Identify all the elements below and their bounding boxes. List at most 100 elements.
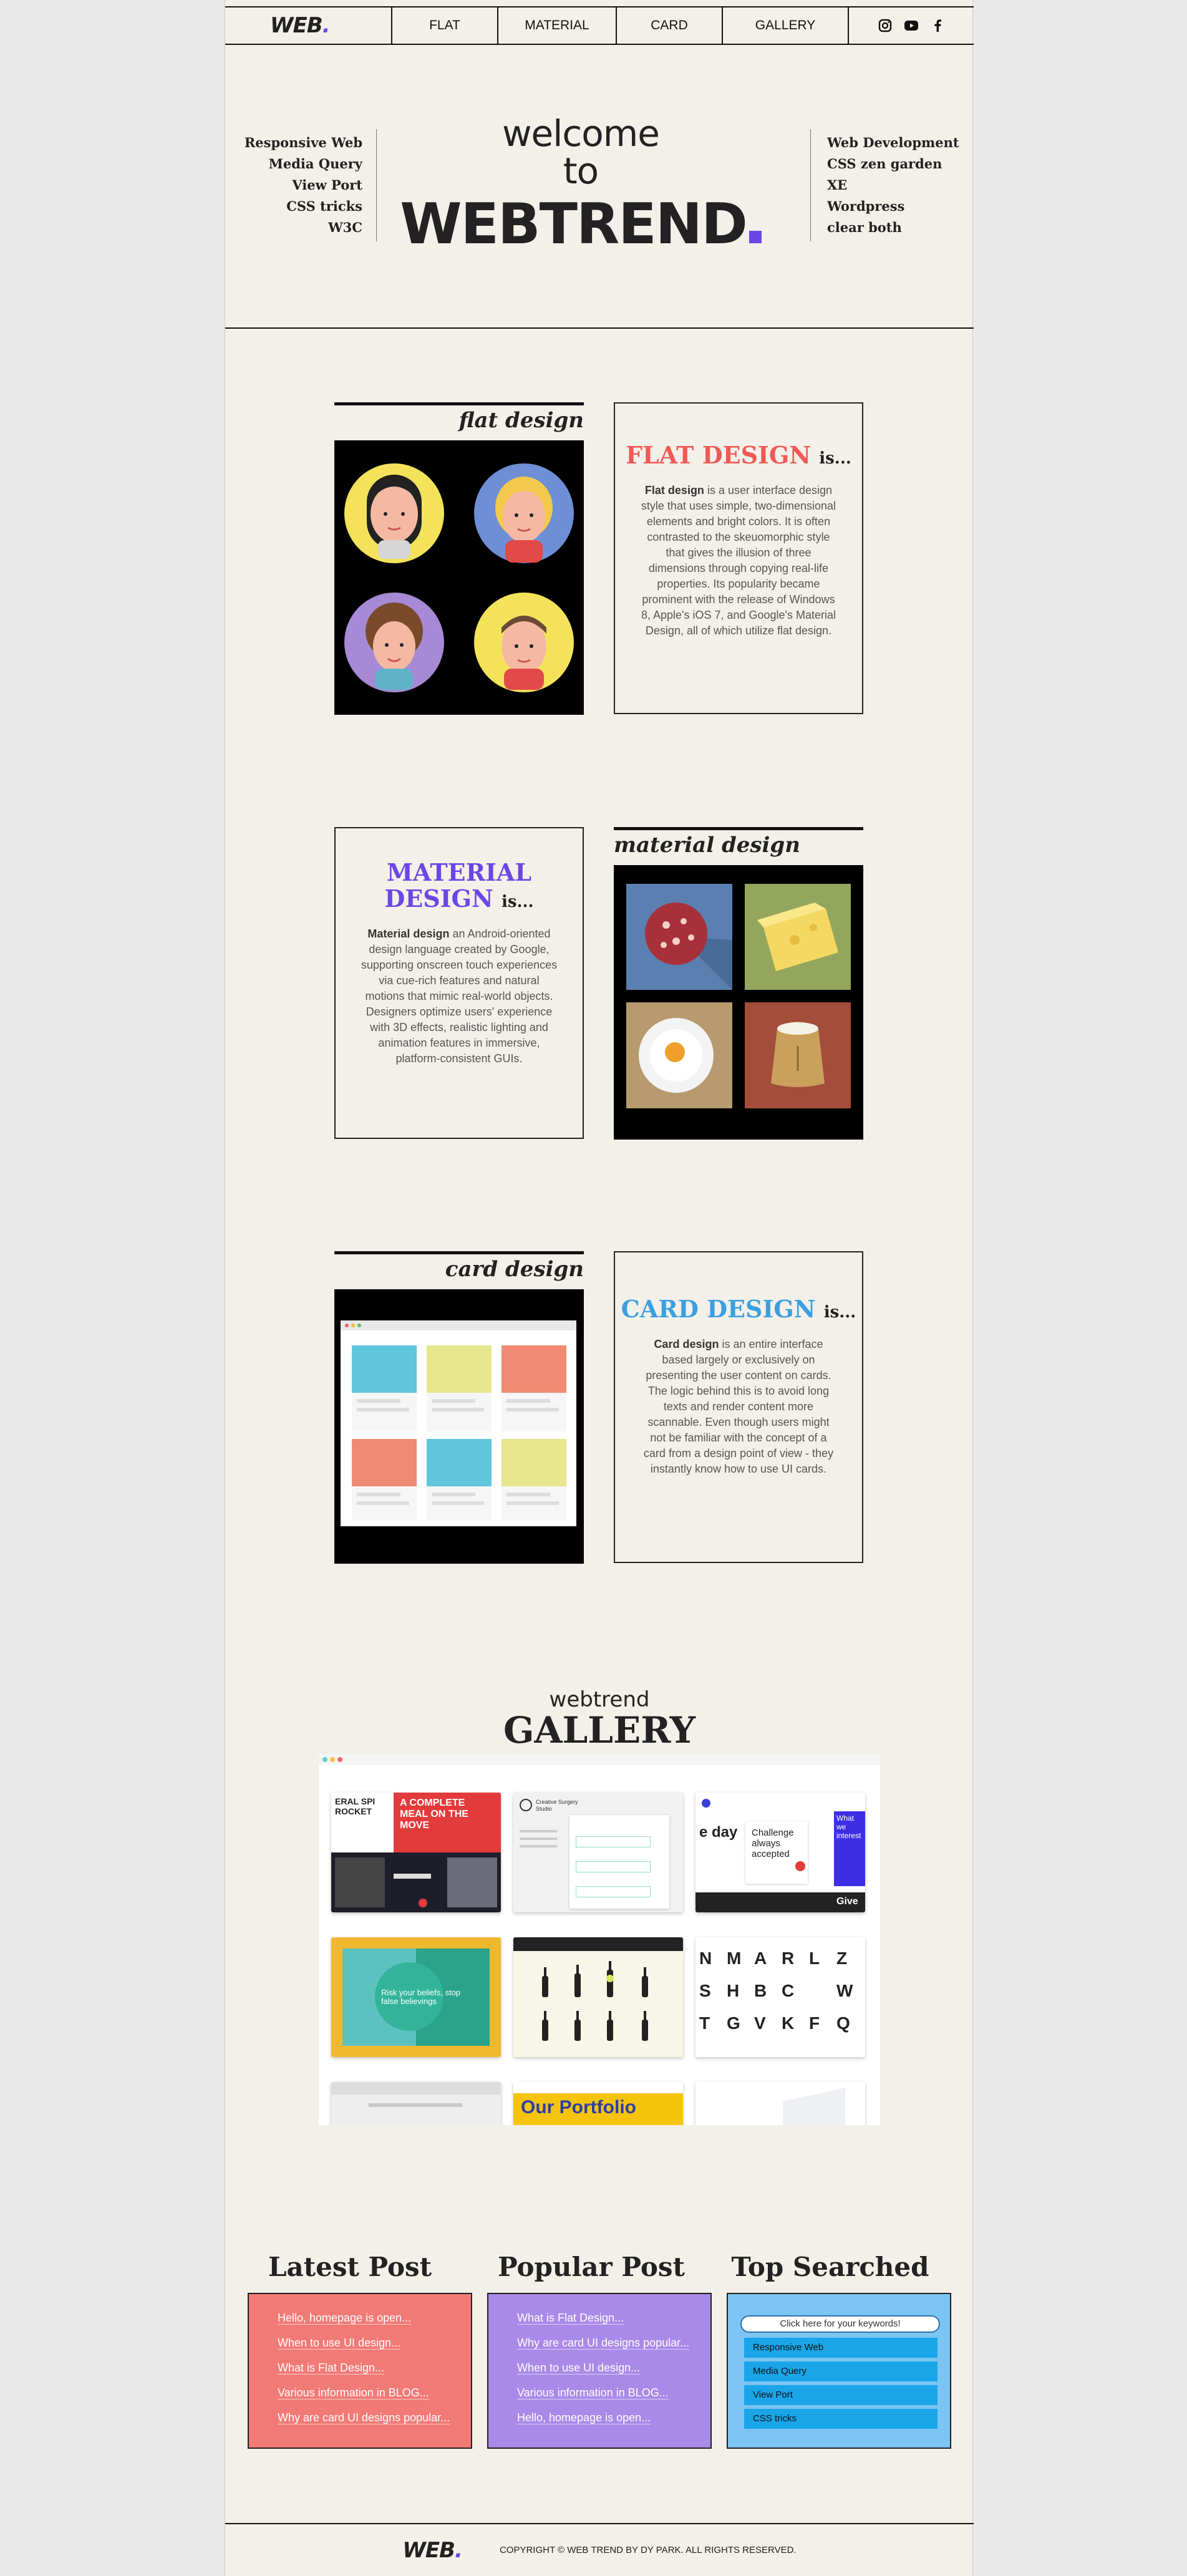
letter-glyph: L — [809, 1949, 820, 1968]
hero-link[interactable]: clear both — [827, 217, 959, 238]
hero-link[interactable]: Web Development — [827, 132, 959, 153]
gallery-item[interactable]: NMARLZ SHBC W TGVKFQ — [695, 1937, 865, 2057]
top-searched-panel: Click here for your keywords! Responsive… — [727, 2293, 951, 2449]
keyword-item[interactable]: View Port — [744, 2385, 937, 2405]
hero-link[interactable]: Media Query — [245, 153, 362, 175]
gallery-item[interactable]: Our Portfolio — [513, 2082, 683, 2125]
hero-link[interactable]: CSS zen garden — [827, 153, 959, 175]
letter-glyph: N — [699, 1949, 712, 1968]
popular-post-item[interactable]: What is Flat Design... — [511, 2305, 698, 2330]
is-text: is... — [501, 893, 534, 911]
latest-post-item[interactable]: Why are card UI designs popular... — [271, 2405, 458, 2430]
latest-post-item[interactable]: Hello, homepage is open... — [271, 2305, 458, 2330]
gallery-tile1-text: A COMPLETE MEAL ON THE MOVE — [394, 1793, 501, 1852]
gallery-title: GALLERY — [503, 1709, 696, 1751]
hero-link[interactable]: Responsive Web — [245, 132, 362, 153]
nav-gallery[interactable]: GALLERY — [723, 7, 849, 44]
hero-section: Responsive Web Media Query View Port CSS… — [225, 45, 974, 329]
letter-glyph: T — [699, 2013, 710, 2033]
brand-square — [749, 231, 762, 243]
letter-glyph: Q — [836, 2013, 850, 2033]
letter-glyph: H — [727, 1981, 740, 2000]
gallery-tile4-text: Risk your beliefs, stop false believings — [381, 1988, 461, 2006]
logo-dot: . — [322, 13, 331, 38]
gallery-tile3-right-text: What we interest — [834, 1811, 865, 1886]
letter-glyph: M — [727, 1949, 742, 1968]
popular-post-item[interactable]: Various information in BLOG... — [511, 2380, 698, 2405]
gallery-tile3-heading: Challenge always accepted — [745, 1821, 808, 1884]
page: WEB. FLAT MATERIAL CARD GALLERY Responsi… — [225, 0, 974, 2576]
material-design-image-block: material design — [614, 827, 863, 1140]
keyword-item[interactable]: Media Query — [744, 2361, 937, 2381]
gallery-tile3-left-text: e day — [699, 1824, 738, 1841]
letter-glyph: C — [782, 1981, 795, 2000]
instagram-icon[interactable] — [878, 18, 893, 33]
letter-glyph: R — [782, 1949, 795, 1968]
card-design-heading: CARD DESIGN is... — [615, 1296, 862, 1325]
keyword-item[interactable]: Responsive Web — [744, 2338, 937, 2358]
nav-card[interactable]: CARD — [617, 7, 723, 44]
gallery-tile1-side-text: ERAL SPI ROCKET — [331, 1793, 394, 1852]
card-design-image — [334, 1289, 584, 1564]
letter-glyph: K — [782, 2013, 795, 2033]
gallery-item[interactable]: e day Challenge always accepted What we … — [695, 1793, 865, 1912]
gallery-item[interactable] — [695, 2082, 865, 2125]
popular-post-panel: What is Flat Design... Why are card UI d… — [487, 2293, 712, 2449]
facebook-icon[interactable] — [930, 18, 945, 33]
flat-design-image-block: flat design — [334, 402, 584, 715]
hero-link[interactable]: CSS tricks — [245, 196, 362, 217]
gallery-item[interactable]: Creative Surgery Studio — [513, 1793, 683, 1912]
divider — [376, 129, 377, 241]
letter-glyph: V — [754, 2013, 766, 2033]
gallery-item[interactable] — [513, 1937, 683, 2057]
gallery-header: webtrend GALLERY — [225, 1688, 974, 1750]
site-logo[interactable]: WEB. — [225, 7, 392, 44]
latest-post-panel: Hello, homepage is open... When to use U… — [248, 2293, 472, 2449]
popular-post-item[interactable]: Why are card UI designs popular... — [511, 2330, 698, 2355]
popular-post-item[interactable]: Hello, homepage is open... — [511, 2405, 698, 2430]
material-design-image — [614, 865, 863, 1140]
flat-design-title: FLAT DESIGN — [626, 441, 812, 469]
footer: WEB. COPYRIGHT © WEB TREND BY DY PARK. A… — [225, 2523, 974, 2576]
letter-glyph: G — [727, 2013, 740, 2033]
brand-heading: WEBTREND — [394, 193, 768, 256]
hero-link[interactable]: Wordpress — [827, 196, 959, 217]
youtube-icon[interactable] — [904, 18, 919, 33]
brand-text: WEBTREND — [400, 191, 748, 257]
keyword-search-input[interactable]: Click here for your keywords! — [740, 2315, 940, 2333]
card-ui-illustration — [341, 1320, 576, 1526]
nav-flat[interactable]: FLAT — [392, 7, 498, 44]
footer-logo[interactable]: WEB. — [402, 2538, 463, 2563]
latest-post-item[interactable]: What is Flat Design... — [271, 2355, 458, 2380]
top-searched-title: Top Searched — [731, 2252, 929, 2282]
letter-glyph: S — [699, 1981, 711, 2000]
popular-post-item[interactable]: When to use UI design... — [511, 2355, 698, 2380]
material-food-illustration — [626, 884, 851, 1108]
card-design-strong: Card design — [654, 1338, 719, 1350]
hero-left-links: Responsive Web Media Query View Port CSS… — [245, 132, 362, 238]
nav-material[interactable]: MATERIAL — [498, 7, 617, 44]
hero-link[interactable]: XE — [827, 175, 959, 196]
material-design-title-line1: MATERIAL — [386, 858, 532, 886]
flat-design-strong: Flat design — [644, 484, 704, 496]
top-navigation: WEB. FLAT MATERIAL CARD GALLERY — [225, 6, 974, 45]
gallery-grid: ERAL SPI ROCKET A COMPLETE MEAL ON THE M… — [319, 1754, 880, 2125]
divider — [810, 129, 811, 241]
latest-post-item[interactable]: When to use UI design... — [271, 2330, 458, 2355]
flat-design-image — [334, 440, 584, 715]
hero-link[interactable]: View Port — [245, 175, 362, 196]
wine-bottles-illustration — [542, 1961, 648, 2041]
hero-title: welcome to WEBTREND — [394, 115, 768, 256]
hero-link[interactable]: W3C — [245, 217, 362, 238]
flat-design-label: flat design — [458, 408, 584, 433]
latest-post-item[interactable]: Various information in BLOG... — [271, 2380, 458, 2405]
keyword-item[interactable]: CSS tricks — [744, 2409, 937, 2429]
is-text: is... — [819, 449, 851, 468]
gallery-item[interactable]: ERAL SPI ROCKET A COMPLETE MEAL ON THE M… — [331, 1793, 501, 1912]
gallery-subtitle: webtrend — [549, 1687, 650, 1712]
material-design-heading: MATERIAL DESIGN is... — [336, 859, 583, 915]
material-design-title-line2: DESIGN — [384, 884, 493, 913]
gallery-item[interactable] — [331, 2082, 501, 2125]
gallery-tile2-title: Creative Surgery Studio — [536, 1799, 578, 1812]
gallery-item[interactable]: Risk your beliefs, stop false believings — [331, 1937, 501, 2057]
